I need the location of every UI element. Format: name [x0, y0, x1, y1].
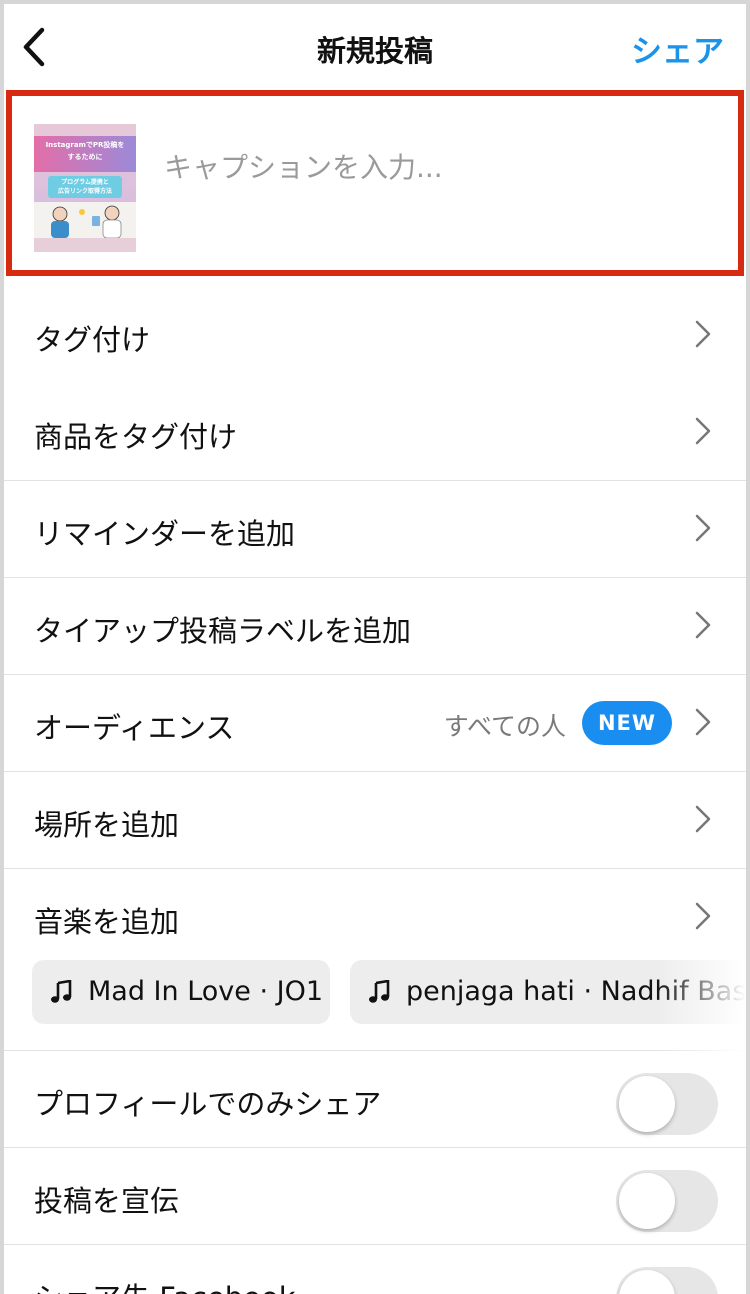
row-label: タイアップ投稿ラベルを追加 — [34, 614, 412, 648]
row-label: プロフィールでのみシェア — [34, 1087, 382, 1121]
header: 新規投稿 シェア — [4, 4, 746, 90]
chevron-right-icon — [695, 902, 711, 930]
row-tag-products[interactable]: 商品をタグ付け — [4, 384, 746, 481]
facebook-toggle[interactable] — [616, 1267, 718, 1294]
post-thumbnail: InstagramでPR投稿を するために プログラム提携と 広告リンク取得方法 — [34, 124, 136, 252]
row-share-facebook: シェア先 Facebook — [4, 1245, 746, 1294]
row-profile-only-share: プロフィールでのみシェア — [4, 1051, 746, 1148]
music-note-icon — [51, 980, 72, 1003]
row-label: 商品をタグ付け — [34, 420, 238, 454]
thumbnail-box-line2: 広告リンク取得方法 — [57, 188, 112, 195]
profile-only-toggle[interactable] — [616, 1073, 718, 1135]
caption-section: InstagramでPR投稿を するために プログラム提携と 広告リンク取得方法… — [6, 90, 744, 276]
new-post-screen: 新規投稿 シェア InstagramでPR投稿を するために プログラム提携と … — [4, 4, 746, 1294]
chevron-right-icon — [695, 611, 711, 639]
audience-value: すべての人 — [443, 712, 566, 741]
music-chip-label: Mad In Love · JO1 — [88, 976, 324, 1007]
row-label: タグ付け — [34, 323, 151, 357]
thumbnail-footer — [34, 238, 136, 252]
people-illustration-icon — [51, 205, 122, 239]
row-label: 投稿を宣伝 — [34, 1184, 180, 1218]
promote-toggle[interactable] — [616, 1170, 718, 1232]
thumbnail-text-line1: InstagramでPR投稿を — [45, 141, 125, 149]
chevron-right-icon — [695, 417, 711, 445]
thumbnail-text-line2: するために — [67, 153, 103, 161]
music-chip-label: penjaga hati · Nadhif Basalamah — [406, 976, 746, 1007]
row-add-location[interactable]: 場所を追加 — [4, 772, 746, 869]
music-chip[interactable]: penjaga hati · Nadhif Basalamah — [350, 960, 746, 1024]
thumbnail-box-line1: プログラム提携と — [61, 179, 109, 186]
chevron-right-icon — [695, 805, 711, 833]
row-label: 場所を追加 — [34, 808, 180, 842]
toggle-knob — [619, 1270, 675, 1294]
row-label: リマインダーを追加 — [34, 517, 296, 551]
music-chip[interactable]: Mad In Love · JO1 — [32, 960, 330, 1024]
music-note-icon — [369, 980, 390, 1003]
chevron-right-icon — [695, 514, 711, 542]
row-audience[interactable]: オーディエンス すべての人 NEW — [4, 675, 746, 772]
thumbnail-illustration — [34, 202, 136, 239]
new-badge: NEW — [582, 701, 672, 745]
chevron-right-icon — [695, 708, 711, 736]
row-tieup-label[interactable]: タイアップ投稿ラベルを追加 — [4, 578, 746, 675]
row-add-reminder[interactable]: リマインダーを追加 — [4, 481, 746, 578]
share-button[interactable]: シェア — [631, 26, 724, 71]
toggle-knob — [619, 1173, 675, 1229]
row-label: シェア先 Facebook — [34, 1275, 295, 1294]
row-label: オーディエンス — [34, 711, 235, 745]
chevron-right-icon — [695, 320, 711, 348]
row-promote-post: 投稿を宣伝 — [4, 1148, 746, 1245]
row-tag-people[interactable]: タグ付け — [4, 287, 746, 384]
music-suggestions: Mad In Love · JO1 penjaga hati · Nadhif … — [4, 944, 746, 1051]
toggle-knob — [619, 1076, 675, 1132]
caption-input[interactable]: キャプションを入力... — [164, 146, 443, 186]
row-label: 音楽を追加 — [34, 905, 180, 939]
